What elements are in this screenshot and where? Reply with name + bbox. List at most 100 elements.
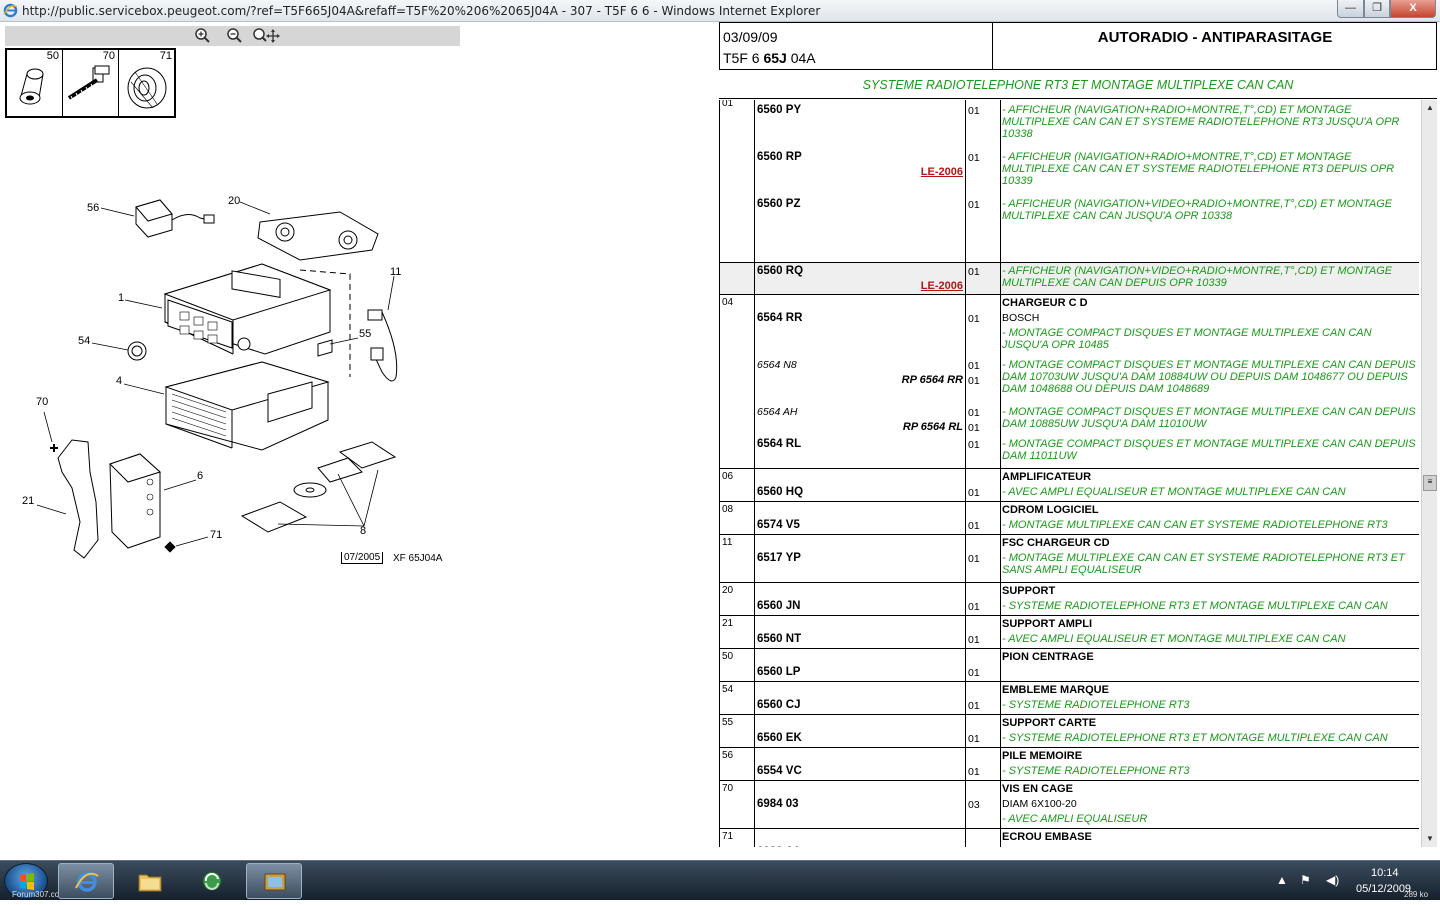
scroll-up-icon[interactable]: ▲ [1422, 100, 1438, 116]
part-description: AMPLIFICATEUR [1002, 471, 1092, 483]
minimize-button[interactable]: — [1337, 0, 1364, 18]
column-divider [965, 781, 966, 828]
column-divider [965, 748, 966, 780]
callout-11: 11 [390, 266, 402, 278]
part-description: SUPPORT [1002, 585, 1056, 597]
close-button[interactable]: X [1390, 0, 1436, 18]
table-row[interactable]: 71ECROU EMBASE6X100-6-106936 A004- AVEC … [720, 829, 1419, 847]
parts-rows: 01 RECEPTEUR 6560 PY 01 - AFFICHEUR (NAVIGAT… [720, 100, 1419, 847]
quantity: 03 [968, 799, 980, 811]
quantity: 01 [968, 439, 980, 451]
part-description: EMBLEME MARQUE [1002, 684, 1109, 696]
table-row[interactable]: 06 AMPLIFICATEUR 6560 HQ 01 - AVEC AMPLI EQU… [720, 469, 1419, 502]
table-row[interactable]: 04 CHARGEUR C D BOSCH 6564 RR 01 - MONTAGE CO… [720, 295, 1419, 469]
le-2006-link[interactable]: LE-2006 [921, 166, 963, 178]
table-row[interactable]: 55 SUPPORT CARTE 6560 EK 01 - SYSTEME RADIOT… [720, 715, 1419, 748]
zoom-toolbar [5, 26, 460, 46]
column-divider [754, 715, 755, 747]
taskbar-photo-viewer[interactable] [246, 863, 302, 899]
table-row[interactable]: 01 RECEPTEUR 6560 PY 01 - AFFICHEUR (NAVIGAT… [720, 100, 1419, 263]
part-description: - MONTAGE MULTIPLEXE CAN CAN ET SYSTEME … [1002, 519, 1388, 531]
column-divider [1000, 715, 1001, 747]
column-divider [1000, 502, 1001, 534]
column-divider [1000, 583, 1001, 615]
column-divider [965, 829, 966, 847]
callout-56: 56 [87, 202, 100, 214]
part-description: SUPPORT CARTE [1002, 717, 1097, 729]
thumbnail-part-70[interactable]: 70 [63, 50, 119, 116]
callout-20: 20 [228, 195, 241, 207]
clock-date[interactable]: 05/12/2009 [1356, 883, 1411, 895]
quantity: 01 [968, 487, 980, 499]
column-divider [754, 502, 755, 534]
table-row[interactable]: 70 VIS EN CAGE DIAM 6X100-20 6984 03 03 - AVE… [720, 781, 1419, 829]
header-date: 03/09/09 [723, 29, 778, 45]
parts-header: 03/09/09 T5F 6 65J 04A AUTORADIO - ANTIP… [719, 22, 1437, 70]
header-reference: T5F 6 65J 04A [723, 50, 816, 66]
alt-part-reference: 6564 AH [757, 406, 798, 418]
table-row[interactable]: 11 FSC CHARGEUR CD 6517 YP 01 - MONTAGE MULT… [720, 535, 1419, 583]
table-row[interactable]: 6560 RQ 01 LE-2006 - AFFICHEUR (NAVIGATION+… [720, 263, 1419, 295]
volume-icon[interactable]: ◀) [1326, 873, 1339, 887]
parts-table[interactable]: 01 RECEPTEUR 6560 PY 01 - AFFICHEUR (NAVIGAT… [719, 100, 1419, 847]
part-description: CHARGEUR C D [1002, 297, 1088, 309]
quantity: 01 [968, 360, 980, 372]
part-description: - MONTAGE COMPACT DISQUES ET MONTAGE MUL… [1002, 406, 1416, 430]
part-description: PILE MEMOIRE [1002, 750, 1083, 762]
item-position: 06 [722, 471, 734, 482]
internet-explorer-icon [75, 872, 99, 892]
zoom-in-icon[interactable] [193, 27, 211, 45]
quantity: 01 [968, 407, 980, 419]
thumbnail-part-71[interactable]: 71 [119, 50, 175, 116]
column-divider [965, 649, 966, 681]
taskbar: Forum307.com ▲ ⚑ ◀) 10:14 05/12/2009 289… [0, 860, 1440, 900]
part-reference: 6560 HQ [757, 486, 804, 498]
clock-time[interactable]: 10:14 [1371, 867, 1399, 879]
column-divider [1000, 781, 1001, 828]
table-row[interactable]: 21 SUPPORT AMPLI 6560 NT 01 - AVEC AMPLI EQU… [720, 616, 1419, 649]
quantity: 01 [968, 520, 980, 532]
column-divider [965, 616, 966, 648]
part-description: - SYSTEME RADIOTELEPHONE RT3 ET MONTAGE … [1002, 732, 1388, 744]
taskbar-file-explorer[interactable] [122, 863, 178, 899]
taskbar-internet-explorer[interactable] [58, 863, 114, 899]
thumbnail-number: 50 [46, 50, 59, 62]
column-divider [1000, 469, 1001, 501]
part-reference: 6554 VC [757, 765, 802, 777]
network-sync-icon [202, 871, 222, 891]
internet-explorer-icon [3, 3, 18, 18]
zoom-out-icon[interactable] [225, 27, 243, 45]
column-divider [965, 535, 966, 582]
part-description: - MONTAGE COMPACT DISQUES ET MONTAGE MUL… [1002, 327, 1372, 351]
thumbnail-part-50[interactable]: 50 [7, 50, 63, 116]
ref-suffix: 04A [786, 50, 816, 66]
table-row[interactable]: 20 SUPPORT 6560 JN 01 - SYSTEME RADIOTELEPHO… [720, 583, 1419, 616]
scroll-thumb[interactable]: ≡ [1423, 475, 1437, 491]
action-center-flag-icon[interactable]: ⚑ [1300, 873, 1311, 887]
taskbar-network-sync[interactable] [184, 863, 240, 899]
table-row[interactable]: 54 EMBLEME MARQUE 6560 CJ 01 - SYSTEME RADIO… [720, 682, 1419, 715]
part-reference: 6574 V5 [757, 519, 800, 531]
vertical-scrollbar[interactable]: ▲ ≡ ▼ [1421, 100, 1437, 847]
callout-4: 4 [116, 375, 123, 387]
part-reference: 6560 PZ [757, 198, 801, 210]
quantity: 01 [968, 422, 980, 434]
scroll-down-icon[interactable]: ▼ [1422, 831, 1438, 847]
column-divider [1000, 535, 1001, 582]
table-row[interactable]: 56 PILE MEMOIRE 6554 VC 01 - SYSTEME RADIOTE… [720, 748, 1419, 781]
show-hidden-icons-icon[interactable]: ▲ [1276, 873, 1288, 887]
part-description: - MONTAGE MULTIPLEXE CAN CAN ET SYSTEME … [1002, 552, 1405, 576]
pan-zoom-icon[interactable] [251, 27, 281, 45]
item-position: 21 [722, 618, 734, 629]
table-row[interactable]: 50 PION CENTRAGE 6560 LP 01 [720, 649, 1419, 682]
part-description: - AVEC AMPLI EQUALISEUR ET MONTAGE MULTI… [1002, 486, 1346, 498]
table-row[interactable]: 08 CDROM LOGICIEL 6574 V5 01 - MONTAGE MULTI… [720, 502, 1419, 535]
le-2006-link[interactable]: LE-2006 [921, 280, 963, 292]
item-position: 50 [722, 651, 734, 662]
replacement-reference: RP 6564 RR [901, 374, 963, 386]
part-reference: 6560 CJ [757, 699, 801, 711]
item-position: 55 [722, 717, 734, 728]
part-description: - SYSTEME RADIOTELEPHONE RT3 [1002, 699, 1190, 711]
maximize-button[interactable]: ❐ [1364, 0, 1390, 18]
column-divider [754, 100, 755, 262]
